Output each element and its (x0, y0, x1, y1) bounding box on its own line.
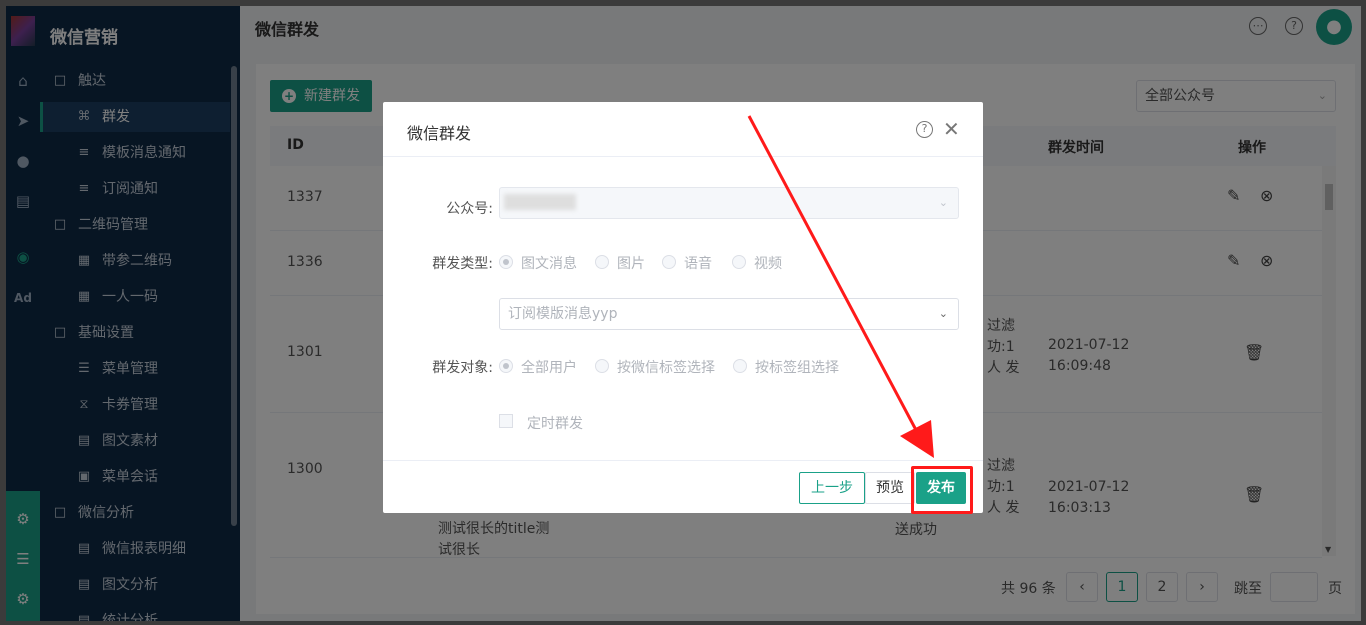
blurred-account-value (504, 194, 576, 210)
radio-label: 视频 (754, 256, 782, 272)
checkbox-box (499, 414, 513, 428)
type-label: 群发类型: (432, 256, 493, 272)
radio-label: 图片 (617, 256, 645, 272)
radio-dot (499, 359, 513, 373)
dialog-header: 微信群发 ? ✕ (383, 102, 983, 157)
radio-label: 按微信标签选择 (617, 360, 715, 376)
help-icon[interactable]: ? (916, 121, 933, 138)
app-frame: ⌂ ➤ ● ▤ ◉ Ad ⚙ ☰ ⚙ 微信营销 □触达⌘群发≡模板消息通知≡订阅… (6, 6, 1361, 621)
schedule-label: 定时群发 (527, 416, 583, 432)
radio-label: 按标签组选择 (755, 360, 839, 376)
account-select[interactable]: ⌄ (499, 187, 959, 219)
prev-step-button[interactable]: 上一步 (799, 472, 865, 504)
close-icon[interactable]: ✕ (943, 117, 960, 141)
radio-dot (732, 255, 746, 269)
radio-dot (595, 359, 609, 373)
radio-dot (662, 255, 676, 269)
publish-button[interactable]: 发布 (911, 466, 973, 514)
chevron-down-icon: ⌄ (938, 307, 948, 320)
preview-button[interactable]: 预览 (865, 472, 915, 504)
template-select-value: 订阅模版消息yyp (508, 306, 618, 322)
dialog-title: 微信群发 (407, 124, 472, 143)
chevron-down-icon: ⌄ (938, 196, 948, 209)
radio-label: 图文消息 (521, 256, 577, 272)
template-select[interactable]: 订阅模版消息yyp ⌄ (499, 298, 959, 330)
account-label: 公众号: (446, 201, 493, 217)
radio-dot (499, 255, 513, 269)
radio-label: 全部用户 (521, 360, 577, 376)
radio-dot (733, 359, 747, 373)
radio-dot (595, 255, 609, 269)
broadcast-dialog: 微信群发 ? ✕ 公众号: ⌄ 群发类型: 图文消息 图片 语音 视频 订阅模版… (383, 102, 983, 514)
radio-label: 语音 (684, 256, 712, 272)
target-label: 群发对象: (432, 360, 493, 376)
